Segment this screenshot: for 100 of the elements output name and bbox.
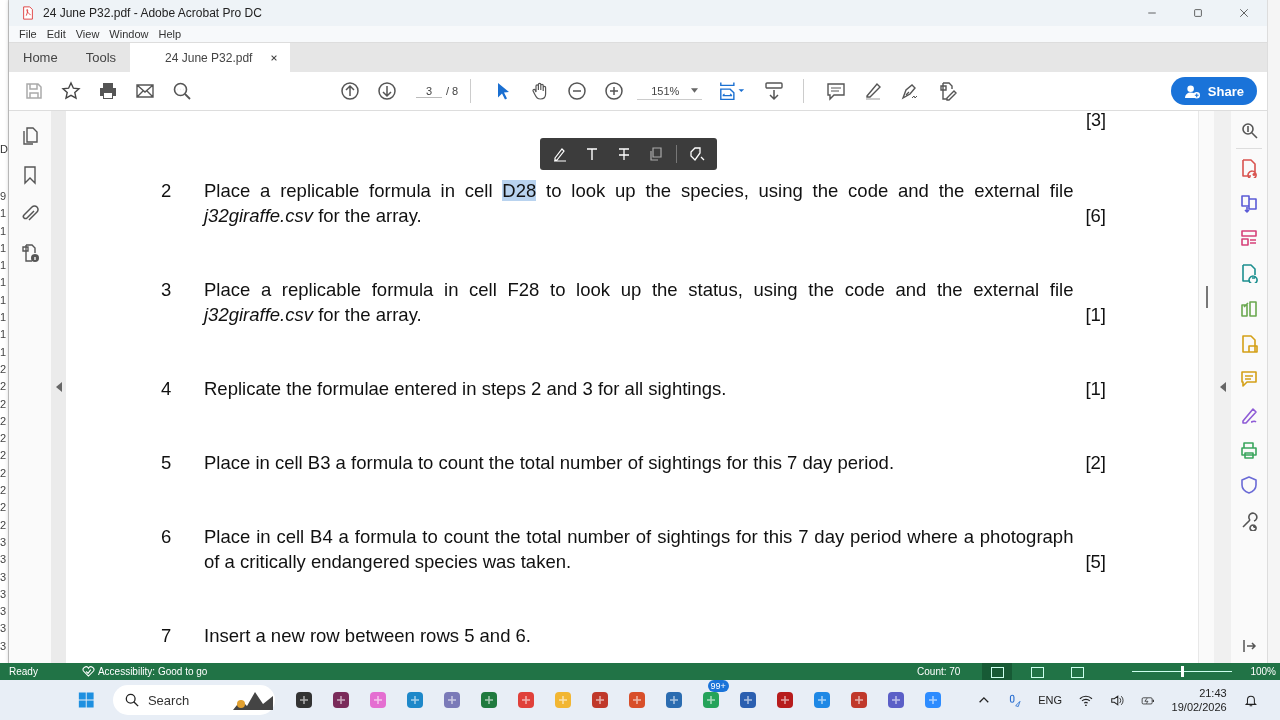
panel-arrow-icon[interactable]	[1239, 298, 1259, 319]
search-icon[interactable]	[172, 81, 192, 101]
question-number: 2	[161, 179, 173, 203]
question-mark-value: [6]	[1085, 204, 1106, 228]
row-number: 3	[0, 604, 8, 620]
print-icon[interactable]	[98, 81, 118, 101]
tag-icon[interactable]	[689, 146, 705, 162]
zoom-search-icon[interactable]	[1239, 120, 1259, 140]
question-text: Place a replicable formula in cell F28 to look up the status, using the code and the external file j32giraffe.csv for the array.	[204, 278, 1074, 327]
printer-icon[interactable]	[1239, 439, 1259, 460]
question-mark-value: [1]	[1085, 303, 1106, 327]
row-number: 2	[0, 431, 8, 447]
question-number: 4	[161, 377, 173, 401]
arrow-down-icon[interactable]	[377, 81, 397, 101]
search-field[interactable]: Search	[112, 685, 275, 715]
tab[interactable]: 24 June P32.pdf	[130, 43, 291, 72]
row-number: 9	[0, 189, 8, 204]
edit-document-icon[interactable]	[937, 81, 958, 101]
shield-icon[interactable]	[1239, 475, 1259, 496]
column-letter: D	[0, 142, 8, 156]
layout-grid-icon[interactable]	[1239, 228, 1259, 249]
question-number: 5	[161, 451, 173, 475]
row-number: 2	[0, 500, 8, 516]
row-number: 2	[0, 517, 8, 533]
notification-badge: 99+	[707, 680, 729, 692]
row-number: 2	[0, 396, 8, 412]
accessibility-icon[interactable]	[81, 666, 95, 677]
question-number: 3	[161, 278, 173, 302]
count-text: Count: 70	[917, 666, 961, 677]
row-number: 2	[0, 448, 8, 464]
windows-start-icon[interactable]	[77, 690, 96, 710]
zoom-slider[interactable]	[1132, 666, 1233, 677]
close-icon[interactable]	[1238, 7, 1250, 19]
clock-date[interactable]: 19/02/2026	[1171, 700, 1227, 714]
close-icon[interactable]	[270, 53, 279, 62]
question-text: Place a replicable formula in cell D28 to look up the species, using the code and the external file j32giraffe.csv for the array.	[204, 179, 1074, 228]
normal-view-icon[interactable]	[982, 663, 1013, 680]
clock-time[interactable]: 21:43	[1199, 686, 1227, 700]
row-number: 1	[0, 327, 8, 343]
pages-icon[interactable]	[20, 126, 40, 146]
row-number: 1	[0, 240, 8, 256]
zoom-level[interactable]: 100%	[1250, 666, 1276, 677]
row-number: 1	[0, 258, 8, 274]
tab[interactable]: Home	[9, 43, 72, 72]
menu-item[interactable]: Help	[158, 28, 182, 40]
row-number: 2	[0, 483, 8, 499]
menu-item[interactable]: Window	[109, 28, 149, 40]
row-number: 2	[0, 361, 8, 377]
fit-page-icon[interactable]	[718, 81, 747, 101]
zoom-out-icon[interactable]	[567, 81, 588, 101]
menu-item[interactable]: View	[75, 28, 100, 40]
scroll-mode-icon[interactable]	[764, 81, 785, 101]
accessibility-status[interactable]: Accessibility: Good to go	[97, 666, 208, 677]
tab[interactable]: Tools	[71, 43, 131, 72]
window-title: 24 June P32.pdf - Adobe Acrobat Pro DC	[43, 6, 262, 20]
highlighter-icon[interactable]	[552, 146, 568, 162]
row-number: 3	[0, 586, 8, 602]
text-cursor-icon[interactable]	[584, 146, 600, 162]
search-icon	[124, 693, 139, 707]
row-number: 3	[0, 569, 8, 585]
row-number: 2	[0, 413, 8, 429]
row-number: 3	[0, 621, 8, 637]
language-indicator[interactable]: ENG	[1038, 694, 1063, 706]
caret-icon	[691, 88, 699, 93]
arrow-up-icon[interactable]	[340, 81, 360, 101]
question-mark-value: [5]	[1085, 550, 1106, 574]
row-number: 1	[0, 206, 8, 222]
page-number-field[interactable]: 3	[416, 84, 442, 98]
question-text: Place in cell B4 a formula to count the total number of sightings for this 7 day period where a photograph of a critically endangered species was taken.	[204, 525, 1074, 574]
menu-item[interactable]: Edit	[46, 28, 66, 40]
zoom-dropdown[interactable]: 151%	[637, 82, 703, 100]
row-number: 1	[0, 292, 8, 308]
question-number: 6	[161, 525, 173, 549]
file-info-icon[interactable]	[20, 243, 40, 263]
expand-arrow-icon[interactable]	[1219, 382, 1226, 392]
row-number: 1	[0, 344, 8, 360]
maximize-icon[interactable]	[1192, 7, 1204, 19]
question-text: Replicate the formulae entered in steps 2 and 3 for all sightings.	[204, 377, 728, 401]
menu-item[interactable]: File	[19, 28, 37, 40]
documents-merge-icon[interactable]	[1239, 192, 1259, 213]
star-icon[interactable]	[61, 81, 81, 101]
comment-icon[interactable]	[826, 81, 847, 101]
zoom-in-icon[interactable]	[604, 81, 625, 101]
row-number: 3	[0, 552, 8, 568]
row-number: 2	[0, 379, 8, 395]
share-button[interactable]: Share	[1170, 77, 1257, 105]
question-mark-value: [1]	[1085, 377, 1106, 401]
row-number: 3	[0, 638, 8, 654]
document-arrow-icon[interactable]	[1239, 263, 1259, 284]
strikethrough-icon[interactable]	[616, 146, 632, 162]
collapse-arrow-icon[interactable]	[55, 382, 62, 392]
status-text: Ready	[9, 666, 38, 677]
row-number: 2	[0, 465, 8, 481]
row-number: 1	[0, 223, 8, 239]
scrollbar-thumb[interactable]	[1205, 286, 1208, 308]
document-plus-icon[interactable]	[1239, 157, 1259, 178]
question-mark-value: [3]	[1085, 111, 1106, 129]
page-total: / 8	[446, 85, 459, 97]
copy-icon[interactable]	[648, 146, 664, 162]
question-mark-value: [2]	[1085, 451, 1106, 475]
